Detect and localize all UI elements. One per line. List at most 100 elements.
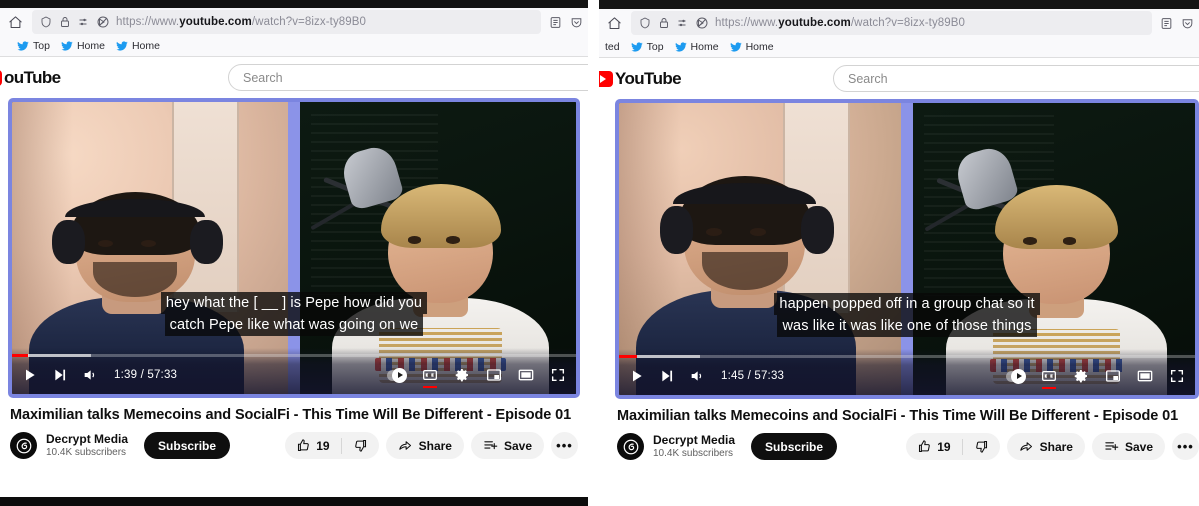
- fullscreen-button[interactable]: [1169, 368, 1185, 384]
- browser-chrome-right: https://www.youtube.com/watch?v=8izx-ty8…: [599, 0, 1199, 58]
- url-domain: youtube.com: [778, 17, 851, 29]
- fullscreen-button[interactable]: [550, 367, 566, 383]
- youtube-logo-right[interactable]: YouTube: [599, 69, 681, 89]
- permissions-icon[interactable]: [677, 17, 689, 29]
- save-label: Save: [1125, 440, 1153, 454]
- channel-avatar-left[interactable]: [10, 432, 37, 459]
- youtube-logo-left[interactable]: ouTube: [0, 68, 61, 88]
- channel-info-left[interactable]: Decrypt Media 10.4K subscribers: [46, 432, 128, 459]
- like-count: 19: [937, 440, 950, 454]
- home-icon[interactable]: [0, 9, 30, 35]
- dislike-button[interactable]: [963, 439, 1000, 454]
- player-wrap-left: hey what the [ __ ] is Pepe how did you …: [0, 98, 588, 398]
- settings-button[interactable]: [1073, 368, 1089, 384]
- browser-chrome-left: https://www.youtube.com/watch?v=8izx-ty8…: [0, 0, 588, 57]
- screenshot-panel-left: https://www.youtube.com/watch?v=8izx-ty8…: [0, 0, 588, 506]
- home-icon[interactable]: [599, 10, 629, 36]
- subscribe-button-left[interactable]: Subscribe: [144, 432, 230, 459]
- like-button[interactable]: 19: [906, 439, 961, 454]
- share-label: Share: [1040, 440, 1073, 454]
- next-button[interactable]: [659, 368, 675, 384]
- video-player-left[interactable]: hey what the [ __ ] is Pepe how did you …: [8, 98, 580, 398]
- like-button[interactable]: 19: [285, 438, 340, 453]
- channel-info-right[interactable]: Decrypt Media 10.4K subscribers: [653, 433, 735, 460]
- theater-button[interactable]: [518, 367, 534, 383]
- autoplay-toggle[interactable]: [1006, 371, 1025, 382]
- save-label: Save: [504, 439, 532, 453]
- navigation-toolbar-left: https://www.youtube.com/watch?v=8izx-ty8…: [0, 8, 588, 36]
- url-bar-left[interactable]: https://www.youtube.com/watch?v=8izx-ty8…: [32, 10, 541, 34]
- player-control-bar-left: 1:39 / 57:33: [12, 348, 576, 394]
- channel-subscribers: 10.4K subscribers: [653, 447, 735, 460]
- bookmark-top[interactable]: Top: [17, 40, 50, 52]
- search-input-right[interactable]: Search: [833, 65, 1199, 92]
- shield-icon[interactable]: [40, 16, 52, 28]
- volume-button[interactable]: [82, 367, 98, 383]
- bookmarks-bar-left: Top Home Home: [0, 36, 588, 57]
- permissions-icon[interactable]: [78, 16, 90, 28]
- youtube-wordmark: YouTube: [615, 69, 681, 89]
- channel-avatar-right[interactable]: [617, 433, 644, 460]
- volume-button[interactable]: [689, 368, 705, 384]
- next-button[interactable]: [52, 367, 68, 383]
- save-button-right[interactable]: Save: [1092, 433, 1165, 460]
- more-actions-button-left[interactable]: •••: [551, 432, 578, 459]
- youtube-header-left: ouTube Search: [0, 57, 588, 98]
- twitter-icon: [116, 40, 128, 52]
- miniplayer-button[interactable]: [486, 367, 502, 383]
- captions-button[interactable]: [1041, 368, 1057, 384]
- channel-action-row-right: Decrypt Media 10.4K subscribers Subscrib…: [617, 433, 1199, 460]
- subscribe-button-right[interactable]: Subscribe: [751, 433, 837, 460]
- twitter-icon: [730, 41, 742, 53]
- bookmark-top[interactable]: Top: [631, 41, 664, 53]
- lock-icon[interactable]: [658, 17, 670, 29]
- bookmarks-bar-right: ted Top Home Home: [599, 37, 1199, 58]
- miniplayer-button[interactable]: [1105, 368, 1121, 384]
- bookmark-home-1[interactable]: Home: [675, 41, 719, 53]
- lock-icon[interactable]: [59, 16, 71, 28]
- player-wrap-right: happen popped off in a group chat so it …: [599, 99, 1199, 399]
- autoplay-toggle[interactable]: [387, 370, 406, 381]
- play-button[interactable]: [629, 368, 645, 384]
- twitter-icon: [61, 40, 73, 52]
- more-actions-button-right[interactable]: •••: [1172, 433, 1199, 460]
- timecode-right: 1:45 / 57:33: [721, 370, 784, 382]
- youtube-play-icon: [599, 71, 613, 87]
- save-to-pocket-icon[interactable]: [1179, 15, 1195, 31]
- bookmark-label: Home: [132, 40, 160, 52]
- search-placeholder: Search: [243, 71, 283, 85]
- bookmark-label: Home: [691, 41, 719, 53]
- url-path: /watch?v=8izx-ty89B0: [252, 16, 366, 28]
- more-dots: •••: [1177, 443, 1194, 451]
- settings-button[interactable]: [454, 367, 470, 383]
- navigation-toolbar-right: https://www.youtube.com/watch?v=8izx-ty8…: [599, 9, 1199, 37]
- save-button-left[interactable]: Save: [471, 432, 544, 459]
- reader-view-icon[interactable]: [547, 14, 563, 30]
- bookmark-home-1[interactable]: Home: [61, 40, 105, 52]
- video-player-right[interactable]: happen popped off in a group chat so it …: [615, 99, 1199, 399]
- controls-left-group: 1:45 / 57:33: [629, 368, 784, 384]
- captions-button[interactable]: [422, 367, 438, 383]
- theater-button[interactable]: [1137, 368, 1153, 384]
- window-titlebar-left: [0, 0, 588, 8]
- url-domain: youtube.com: [179, 16, 252, 28]
- autoplay-blocked-icon[interactable]: [696, 17, 708, 29]
- shield-icon[interactable]: [639, 17, 651, 29]
- search-input-left[interactable]: Search: [228, 64, 588, 91]
- reader-view-icon[interactable]: [1158, 15, 1174, 31]
- bookmark-home-2[interactable]: Home: [116, 40, 160, 52]
- save-to-pocket-icon[interactable]: [568, 14, 584, 30]
- panel-gutter: [588, 0, 599, 506]
- bookmark-label: Home: [746, 41, 774, 53]
- url-prefix: https://www.: [116, 16, 179, 28]
- bookmark-label: Home: [77, 40, 105, 52]
- share-button-right[interactable]: Share: [1007, 433, 1085, 460]
- autoplay-blocked-icon[interactable]: [97, 16, 109, 28]
- controls-left-group: 1:39 / 57:33: [22, 367, 177, 383]
- bookmark-home-2[interactable]: Home: [730, 41, 774, 53]
- share-button-left[interactable]: Share: [386, 432, 464, 459]
- dislike-button[interactable]: [342, 438, 379, 453]
- screenshot-panel-right: https://www.youtube.com/watch?v=8izx-ty8…: [599, 0, 1199, 506]
- url-bar-right[interactable]: https://www.youtube.com/watch?v=8izx-ty8…: [631, 11, 1152, 35]
- play-button[interactable]: [22, 367, 38, 383]
